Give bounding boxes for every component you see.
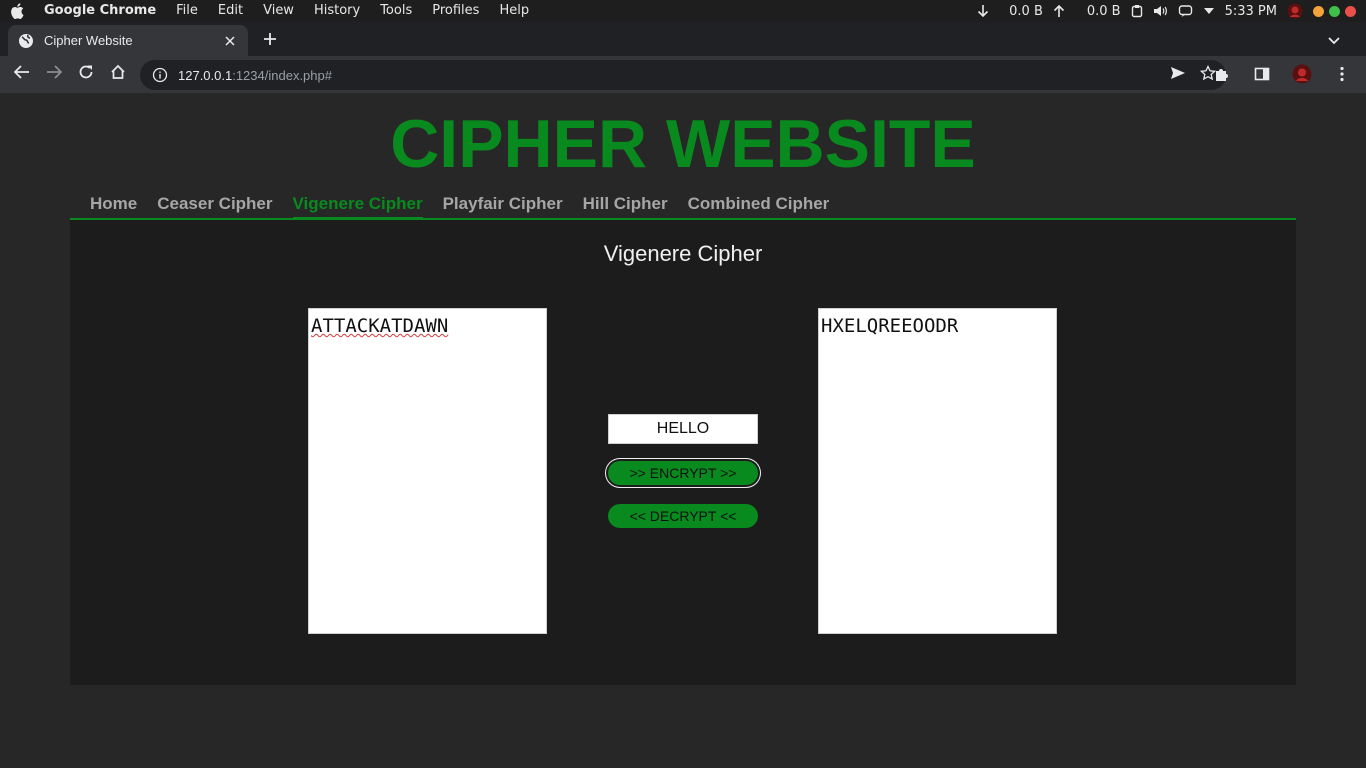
nav-combined-cipher[interactable]: Combined Cipher: [688, 195, 830, 220]
globe-icon: [18, 33, 34, 49]
key-input[interactable]: HELLO: [608, 414, 758, 444]
chevron-down-icon: [1328, 32, 1340, 50]
nav-ceaser-cipher[interactable]: Ceaser Cipher: [157, 195, 272, 220]
kebab-menu-icon: [1340, 66, 1344, 87]
menu-app-name[interactable]: Google Chrome: [34, 0, 166, 22]
panel-title: Vigenere Cipher: [603, 241, 763, 266]
maximize-dot-icon[interactable]: [1329, 5, 1340, 17]
close-dot-icon[interactable]: [1345, 5, 1356, 17]
menu-help[interactable]: Help: [489, 0, 539, 22]
forward-button[interactable]: [38, 59, 70, 91]
menu-view[interactable]: View: [253, 0, 304, 22]
reload-icon: [78, 64, 94, 85]
cipher-panel: Vigenere Cipher ATTACKATDAWN HELLO >> EN…: [70, 220, 1296, 685]
url-path: :1234/index.php#: [232, 67, 332, 83]
net-up-value: 0.0 B: [1086, 3, 1121, 19]
menubar-clock[interactable]: 5:33 PM: [1225, 4, 1277, 19]
clipboard-icon[interactable]: [1131, 4, 1143, 18]
chat-icon[interactable]: [1178, 4, 1193, 18]
minimize-dot-icon[interactable]: [1313, 5, 1324, 17]
menu-file[interactable]: File: [166, 0, 208, 22]
tab-cipher-website[interactable]: Cipher Website: [8, 25, 248, 56]
address-bar[interactable]: 127.0.0.1:1234/index.php#: [140, 60, 1226, 90]
encrypt-button[interactable]: >> ENCRYPT >>: [608, 461, 758, 485]
decrypt-button[interactable]: << DECRYPT <<: [608, 504, 758, 528]
macos-menubar: Google Chrome File Edit View History Too…: [0, 0, 1366, 22]
ciphertext-textarea[interactable]: HXELQREEOODR: [818, 308, 1057, 634]
arrow-down-icon: [977, 4, 989, 18]
menu-button[interactable]: [1326, 60, 1358, 92]
arrow-right-icon: [46, 65, 63, 84]
ciphertext-value: HXELQREEOODR: [821, 315, 959, 337]
side-panel-icon: [1254, 66, 1270, 87]
user-avatar-icon[interactable]: [1287, 3, 1303, 19]
nav-hill-cipher[interactable]: Hill Cipher: [583, 195, 668, 220]
reload-button[interactable]: [70, 59, 102, 91]
tab-strip: Cipher Website: [0, 22, 1366, 56]
window-controls: [1313, 5, 1356, 17]
info-icon[interactable]: [152, 67, 168, 83]
puzzle-icon: [1214, 66, 1230, 87]
menu-tools[interactable]: Tools: [370, 0, 422, 22]
toolbar-right: [1206, 60, 1358, 92]
home-icon: [110, 64, 126, 85]
home-button[interactable]: [102, 59, 134, 91]
browser-toolbar: 127.0.0.1:1234/index.php#: [0, 56, 1366, 94]
extensions-button[interactable]: [1206, 60, 1238, 92]
side-panel-button[interactable]: [1246, 60, 1278, 92]
volume-icon[interactable]: [1153, 4, 1168, 18]
nav-home[interactable]: Home: [90, 195, 137, 220]
plus-icon: [263, 32, 277, 51]
menu-profiles[interactable]: Profiles: [422, 0, 489, 22]
wifi-dropdown-icon[interactable]: [1203, 6, 1215, 16]
nav-playfair-cipher[interactable]: Playfair Cipher: [443, 195, 563, 220]
profile-button[interactable]: [1286, 60, 1318, 92]
new-tab-button[interactable]: [258, 29, 282, 53]
menu-edit[interactable]: Edit: [208, 0, 253, 22]
menu-history[interactable]: History: [304, 0, 370, 22]
arrow-left-icon: [13, 65, 30, 84]
url-host: 127.0.0.1: [178, 67, 233, 83]
plaintext-textarea[interactable]: ATTACKATDAWN: [308, 308, 547, 634]
web-page: CIPHER WEBSITE Home Ceaser Cipher Vigene…: [0, 95, 1366, 768]
net-down-stat[interactable]: 0.0 B: [977, 4, 1043, 19]
tab-title: Cipher Website: [44, 33, 133, 48]
site-title: CIPHER WEBSITE: [390, 106, 976, 182]
nav-vigenere-cipher[interactable]: Vigenere Cipher: [292, 195, 423, 220]
back-button[interactable]: [6, 59, 38, 91]
close-icon[interactable]: [222, 33, 238, 49]
plaintext-value: ATTACKATDAWN: [311, 315, 449, 337]
apple-icon[interactable]: [0, 3, 34, 19]
url-text: 127.0.0.1:1234/index.php#: [178, 68, 332, 83]
tab-search-button[interactable]: [1324, 31, 1344, 51]
send-icon[interactable]: [1170, 65, 1186, 86]
arrow-up-icon: [1053, 4, 1065, 18]
avatar-icon: [1292, 64, 1312, 89]
net-down-value: 0.0 B: [1009, 3, 1043, 19]
main-nav: Home Ceaser Cipher Vigenere Cipher Playf…: [70, 195, 1296, 220]
